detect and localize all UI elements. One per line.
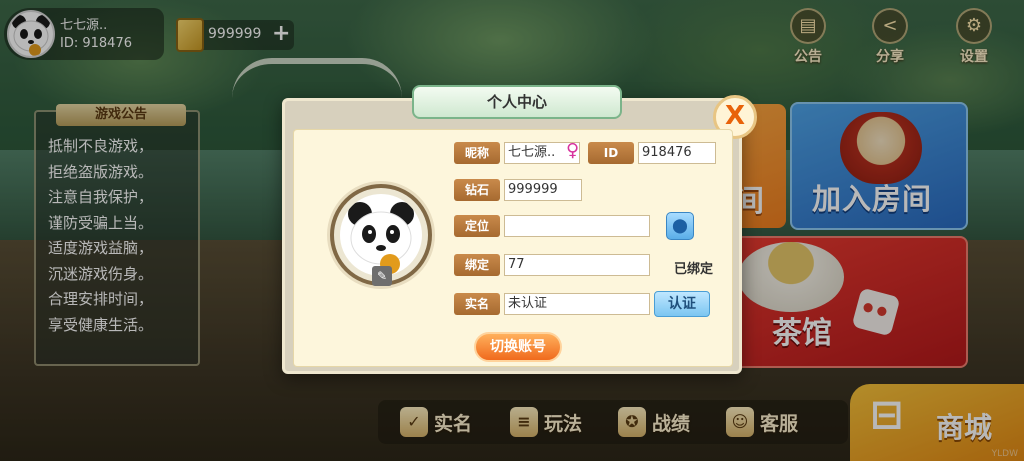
edit-avatar-icon[interactable]: ✎ (372, 266, 392, 286)
personal-center-dialog: 个人中心 X ✎ 昵称 七七源.. ♀ ID 918476 钻石 999999 … (282, 85, 757, 374)
bind-field: 77 (504, 254, 650, 276)
switch-account-button[interactable]: 切换账号 (474, 332, 562, 362)
bind-status: 已绑定 (674, 262, 714, 277)
bind-label: 绑定 (454, 254, 500, 276)
dialog-body: ✎ 昵称 七七源.. ♀ ID 918476 钻石 999999 定位 ⬤ 绑定… (293, 129, 733, 367)
id-label: ID (588, 142, 634, 164)
dialog-title: 个人中心 (412, 85, 622, 119)
diamond-field: 999999 (504, 179, 582, 201)
location-pin-icon: ⬤ (672, 218, 688, 234)
profile-avatar[interactable]: ✎ (330, 184, 432, 286)
location-field (504, 215, 650, 237)
female-gender-icon: ♀ (566, 140, 580, 161)
realname-field: 未认证 (504, 293, 650, 315)
location-button[interactable]: ⬤ (666, 212, 694, 240)
avatar (340, 194, 422, 276)
diamond-label: 钻石 (454, 179, 500, 201)
realname-label: 实名 (454, 293, 500, 315)
nickname-label: 昵称 (454, 142, 500, 164)
close-icon: X (724, 101, 746, 131)
id-field: 918476 (638, 142, 716, 164)
panda-avatar-icon (348, 202, 414, 274)
location-label: 定位 (454, 215, 500, 237)
verify-button[interactable]: 认证 (654, 291, 710, 317)
